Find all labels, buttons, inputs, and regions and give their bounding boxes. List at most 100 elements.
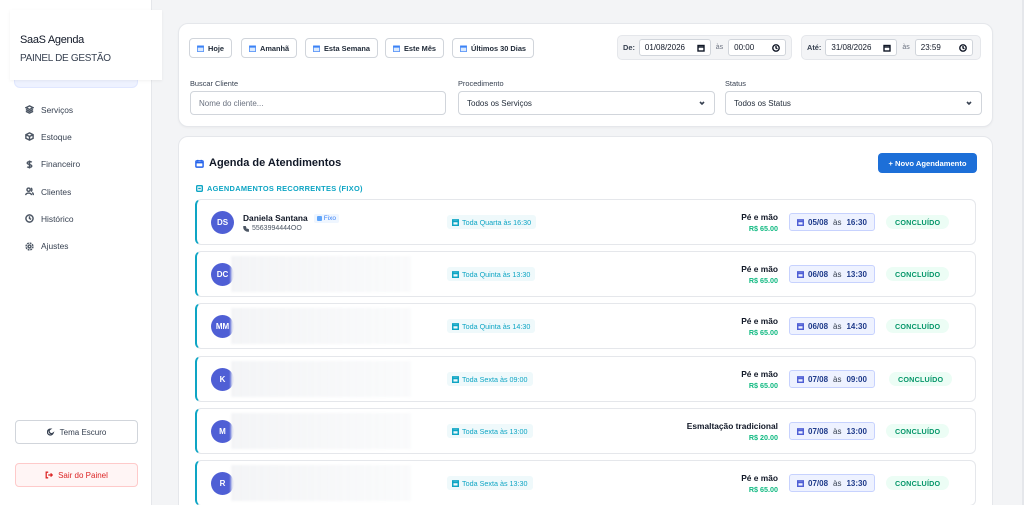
service-price: R$ 65.00 <box>748 485 778 494</box>
sidebar-item-clientes[interactable]: Clientes <box>14 178 138 205</box>
to-date-value: 31/08/2026 <box>831 43 872 52</box>
chevron-down-icon <box>699 101 705 106</box>
appointment-row[interactable]: DC Toda Quinta às 13:30 Pé e mão R$ 65.00 06… <box>195 251 976 297</box>
new-appointment-button[interactable]: + Novo Agendamento <box>878 153 977 173</box>
procedure-label: Procedimento <box>458 79 504 88</box>
service-info: Pé e mão R$ 65.00 <box>741 264 778 285</box>
datetime-as-label: às <box>833 321 842 331</box>
sidebar-item-ajustes[interactable]: Ajustes <box>14 232 138 259</box>
sidebar-item-label: Ajustes <box>41 241 69 252</box>
status-label: Status <box>725 79 746 88</box>
status-badge[interactable]: CONCLUÍDO <box>886 215 950 229</box>
avatar: DS <box>211 211 234 234</box>
appointment-date: 06/08 <box>808 321 829 331</box>
from-time-input[interactable]: 00:00 <box>728 39 786 56</box>
appointment-row[interactable]: R Toda Sexta às 13:30 Pé e mão R$ 65.00 07/0… <box>195 460 976 505</box>
agenda-title-text: Agenda de Atendimentos <box>209 157 342 169</box>
sidebar-nav: Serviços Estoque Financeiro Clientes His… <box>14 96 138 260</box>
status-badge[interactable]: CONCLUÍDO <box>886 424 950 438</box>
sidebar-item-label: Estoque <box>41 131 72 142</box>
repeat-icon <box>316 215 322 221</box>
appointment-row[interactable]: MM Toda Quinta às 14:30 Pé e mão R$ 65.00 06… <box>195 303 976 349</box>
appointment-time: 16:30 <box>846 217 867 227</box>
users-icon <box>24 187 34 197</box>
brand-name: SaaS Agenda <box>20 34 84 46</box>
quick-filter-amanha[interactable]: Amanhã <box>241 38 298 58</box>
sidebar-item-historico[interactable]: Histórico <box>14 205 138 232</box>
service-price: R$ 65.00 <box>748 276 778 285</box>
redacted-client-info <box>231 413 411 449</box>
appointment-row[interactable]: K Toda Sexta às 09:00 Pé e mão R$ 65.00 07/0… <box>195 356 976 402</box>
box-icon <box>24 132 34 142</box>
brand-panel: SaaS Agenda PAINEL DE GESTÃO <box>10 10 162 80</box>
status-badge[interactable]: CONCLUÍDO <box>886 319 950 333</box>
service-price: R$ 65.00 <box>748 328 778 337</box>
quick-filter-este-mes[interactable]: Este Mês <box>385 38 445 58</box>
datetime-as-label: às <box>833 269 842 279</box>
status-badge[interactable]: CONCLUÍDO <box>886 476 950 490</box>
calendar-icon <box>797 375 804 383</box>
quick-filter-hoje[interactable]: Hoje <box>189 38 233 58</box>
recurrence-badge: Toda Sexta às 13:00 <box>447 424 533 438</box>
redacted-client-info <box>231 308 411 344</box>
status-badge[interactable]: CONCLUÍDO <box>889 372 953 386</box>
appointment-time: 13:30 <box>846 269 867 279</box>
appointment-row[interactable]: M Toda Sexta às 13:00 Esmaltação tradicion… <box>195 408 976 454</box>
sidebar-item-servicos[interactable]: Serviços <box>14 96 138 123</box>
status-select[interactable]: Todos os Status <box>725 91 982 115</box>
range-from-label: De: <box>623 43 635 52</box>
appointment-time: 09:00 <box>846 374 867 384</box>
calendar-icon <box>797 218 804 226</box>
theme-toggle-label: Tema Escuro <box>59 427 107 437</box>
calendar-icon <box>452 270 459 278</box>
client-search-input[interactable]: Nome do cliente... <box>190 91 446 115</box>
to-date-input[interactable]: 31/08/2026 <box>825 39 898 56</box>
appointment-datetime: 07/08 às 09:00 <box>789 370 875 388</box>
procedure-select[interactable]: Todos os Serviços <box>458 91 715 115</box>
from-date-input[interactable]: 01/08/2026 <box>638 39 711 56</box>
appointment-date: 07/08 <box>808 478 829 488</box>
datetime-as-label: às <box>833 217 842 227</box>
client-search-label: Buscar Cliente <box>190 79 239 88</box>
sidebar-item-estoque[interactable]: Estoque <box>14 123 138 150</box>
calendar-icon <box>452 479 459 487</box>
to-time-input[interactable]: 23:59 <box>914 39 973 56</box>
quick-filter-esta-semana[interactable]: Esta Semana <box>305 38 379 58</box>
client-name-text: Daniela Santana <box>243 213 308 223</box>
chevron-down-icon <box>966 101 972 106</box>
calendar-icon <box>452 322 459 330</box>
logout-button[interactable]: Sair do Painel <box>15 463 138 487</box>
client-phone-text: 5563994444OO <box>252 225 302 232</box>
moon-icon <box>46 428 55 436</box>
service-info: Pé e mão R$ 65.00 <box>741 212 778 233</box>
appointment-row[interactable]: DS Daniela Santana Fixo 5563994444OO Toda Qu… <box>195 199 976 245</box>
calendar-icon <box>313 45 320 52</box>
calendar-icon <box>249 45 256 52</box>
recurrence-text: Toda Quinta às 14:30 <box>462 321 531 331</box>
recurrence-text: Toda Quinta às 13:30 <box>462 269 531 279</box>
appointment-datetime: 06/08 às 13:30 <box>789 265 875 283</box>
appointment-time: 14:30 <box>846 321 867 331</box>
service-price: R$ 20.00 <box>748 433 778 442</box>
calendar-icon <box>197 45 204 52</box>
calendar-icon <box>797 270 804 278</box>
theme-toggle-button[interactable]: Tema Escuro <box>15 420 138 444</box>
clock-icon <box>958 43 967 52</box>
recurrence-text: Toda Sexta às 09:00 <box>462 374 528 384</box>
quick-filter-ultimos-30-dias[interactable]: Últimos 30 Dias <box>452 38 535 58</box>
service-name: Pé e mão <box>741 264 778 274</box>
fixed-badge: Fixo <box>313 213 339 223</box>
sidebar-item-financeiro[interactable]: Financeiro <box>14 151 138 178</box>
status-badge[interactable]: CONCLUÍDO <box>886 267 950 281</box>
recurrence-text: Toda Sexta às 13:00 <box>462 426 528 436</box>
calendar-icon <box>883 44 892 52</box>
agenda-card: Agenda de Atendimentos + Novo Agendament… <box>178 136 993 505</box>
recurrence-badge: Toda Sexta às 09:00 <box>447 372 533 386</box>
quick-filter-label: Últimos 30 Dias <box>471 43 527 53</box>
brand-subtitle: PAINEL DE GESTÃO <box>20 53 111 64</box>
section-heading-text: AGENDAMENTOS RECORRENTES (FIXO) <box>207 184 363 193</box>
service-info: Pé e mão R$ 65.00 <box>741 316 778 337</box>
datetime-as-label: às <box>833 426 842 436</box>
recurrence-badge: Toda Sexta às 13:30 <box>447 476 533 490</box>
service-name: Esmaltação tradicional <box>686 421 778 431</box>
